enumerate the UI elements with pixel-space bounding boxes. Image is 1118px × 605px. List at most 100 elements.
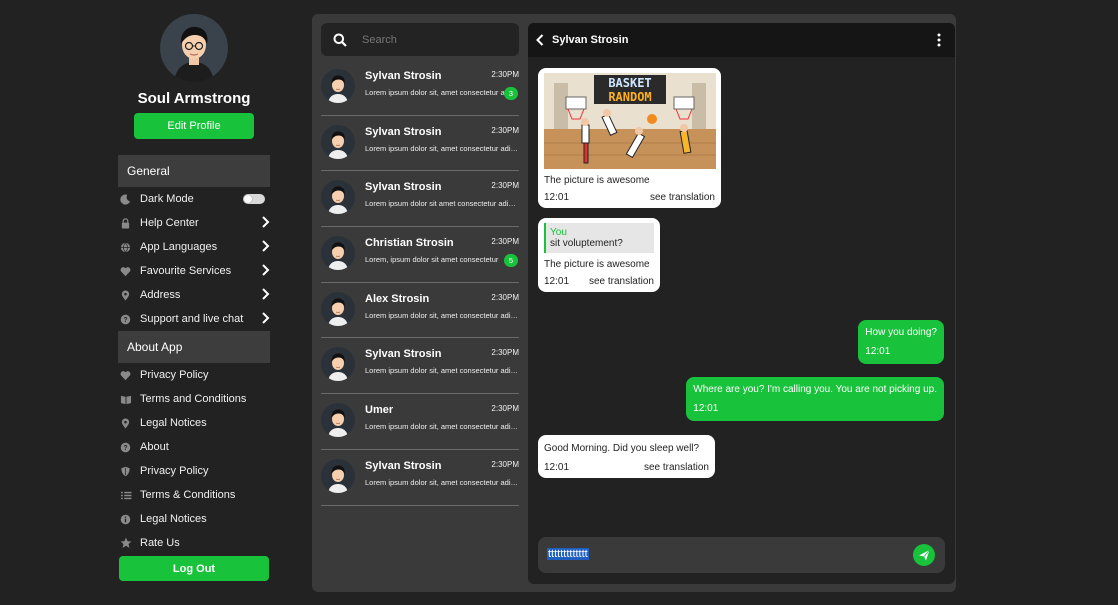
more-vertical-icon[interactable] [937, 33, 941, 47]
svg-text:RANDOM: RANDOM [608, 90, 651, 104]
heart-icon [119, 369, 132, 382]
message-input[interactable]: ttttttttttttt [547, 548, 589, 560]
message-incoming-reply[interactable]: You sit voluptement? The picture is awes… [538, 218, 660, 292]
sidebar-item-app-languages[interactable]: App Languages [118, 237, 270, 257]
conversation-preview: Lorem ipsum dolor sit amet consectetur a… [365, 199, 519, 209]
logout-button[interactable]: Log Out [119, 556, 269, 581]
svg-text:?: ? [123, 444, 127, 451]
chevron-right-icon [262, 216, 270, 228]
chevron-right-icon [262, 312, 270, 324]
shield-icon [119, 465, 132, 478]
message-text: The picture is awesome [544, 175, 650, 186]
sidebar-item-privacy-policy[interactable]: Privacy Policy [118, 365, 270, 385]
conversation-preview: Lorem, ipsum dolor sit amet consectetur [365, 255, 499, 265]
search-input[interactable] [362, 33, 502, 46]
see-translation-link[interactable]: see translation [644, 462, 709, 473]
conversation-time: 2:30PM [491, 237, 519, 247]
chevron-right-icon [262, 288, 270, 300]
sidebar-item-rate-us[interactable]: Rate Us [118, 533, 270, 553]
message-incoming-image[interactable]: BASKET RANDOM The picture is awesome 12:… [538, 68, 721, 208]
send-button[interactable] [913, 544, 935, 566]
map-pin-icon [119, 417, 132, 430]
star-icon [119, 537, 132, 550]
sidebar-item-help-center[interactable]: Help Center [118, 213, 270, 233]
conversation-time: 2:30PM [491, 292, 519, 302]
message-image[interactable]: BASKET RANDOM [544, 73, 716, 169]
menu-label: Privacy Policy [140, 465, 209, 477]
list-icon [119, 489, 132, 502]
conversation-name: Sylvan Strosin [365, 70, 442, 82]
sidebar-item-legal-notices[interactable]: Legal Notices [118, 413, 270, 433]
message-text: How you doing? [865, 327, 937, 338]
conversation-item[interactable]: Sylvan Strosin 2:30PM Lorem ipsum dolor si… [321, 60, 519, 116]
back-arrow-icon[interactable] [536, 34, 544, 46]
conversation-name: Umer [365, 404, 394, 417]
avatar [321, 180, 355, 215]
conversation-item[interactable]: Umer 2:30PM Lorem ipsum dolor sit, amet co… [321, 394, 519, 450]
conversation-item[interactable]: Sylvan Strosin 2:30PM Lorem ipsum dolor si… [321, 171, 519, 228]
conversation-item[interactable]: Sylvan Strosin 2:30PM Lorem ipsum dolor si… [321, 450, 519, 506]
avatar[interactable] [160, 14, 228, 82]
conversation-name: Christian Strosin [365, 237, 454, 250]
conversation-time: 2:30PM [491, 181, 519, 191]
send-icon [919, 549, 930, 561]
sidebar-item-support-live-chat[interactable]: ? Support and live chat [118, 309, 270, 329]
message-incoming[interactable]: Good Morning. Did you sleep well? 12:01 … [538, 435, 715, 478]
menu-label: Privacy Policy [140, 369, 209, 381]
conversation-preview: Lorem ipsum dolor sit, amet consectetur … [365, 477, 519, 487]
conversation-preview: Lorem ipsum dolor sit, amet consectetur … [365, 310, 519, 320]
dark-mode-toggle[interactable] [243, 194, 265, 204]
conversation-time: 2:30PM [491, 404, 519, 414]
message-outgoing[interactable]: How you doing? 12:01 [858, 320, 944, 364]
message-time: 12:01 [865, 346, 891, 357]
message-outgoing[interactable]: Where are you? I'm calling you. You are … [686, 377, 944, 421]
conversation-name: Sylvan Strosin [365, 348, 442, 361]
sidebar-item-favourite-services[interactable]: Favourite Services [118, 261, 270, 281]
chat-title: Sylvan Strosin [552, 34, 629, 46]
message-composer[interactable]: ttttttttttttt [538, 537, 945, 573]
reply-author: You [550, 227, 567, 238]
see-translation-link[interactable]: see translation [589, 276, 654, 287]
avatar [321, 347, 355, 382]
unread-badge: 3 [504, 87, 518, 100]
moon-icon [119, 193, 132, 206]
map-pin-icon [119, 289, 132, 302]
svg-text:?: ? [123, 316, 127, 323]
conversation-list: Sylvan Strosin 2:30PM Lorem ipsum dolor si… [321, 60, 519, 506]
sidebar-item-about[interactable]: ? About [118, 437, 270, 457]
avatar [321, 124, 355, 159]
book-icon [119, 393, 132, 406]
message-time: 12:01 [544, 462, 570, 473]
sidebar-item-legal-notices-2[interactable]: Legal Notices [118, 509, 270, 529]
search-bar[interactable] [321, 23, 519, 56]
sidebar-item-address[interactable]: Address [118, 285, 270, 305]
see-translation-link[interactable]: see translation [650, 192, 715, 203]
chevron-right-icon [262, 240, 270, 252]
sidebar-item-privacy-policy-2[interactable]: Privacy Policy [118, 461, 270, 481]
message-time: 12:01 [544, 276, 570, 287]
sidebar-item-terms-conditions-2[interactable]: Terms & Conditions [118, 485, 270, 505]
section-about-app: About App [118, 331, 270, 363]
svg-text:BASKET: BASKET [608, 76, 651, 90]
menu-label: Legal Notices [140, 417, 207, 429]
conversation-name: Alex Strosin [365, 292, 430, 305]
conversation-item[interactable]: Alex Strosin 2:30PM Lorem ipsum dolor sit,… [321, 283, 519, 339]
dark-mode-toggle-row[interactable]: Dark Mode [118, 189, 270, 209]
conversation-item[interactable]: Sylvan Strosin 2:30PM Lorem ipsum dolor si… [321, 338, 519, 395]
message-text: Good Morning. Did you sleep well? [544, 443, 700, 454]
search-icon[interactable] [333, 33, 347, 47]
edit-profile-button[interactable]: Edit Profile [134, 113, 254, 139]
chat-header: Sylvan Strosin [528, 23, 955, 57]
unread-badge: 5 [504, 254, 518, 268]
conversation-preview: Lorem ipsum dolor sit, amet consectetur … [365, 143, 519, 153]
message-text: Where are you? I'm calling you. You are … [693, 384, 937, 395]
conversation-time: 2:30PM [491, 70, 519, 79]
reply-quote[interactable]: You sit voluptement? [544, 223, 654, 253]
sidebar-item-terms-and-conditions[interactable]: Terms and Conditions [118, 389, 270, 409]
profile-name: Soul Armstrong [137, 90, 251, 107]
conversation-name: Sylvan Strosin [365, 459, 442, 472]
conversation-name: Sylvan Strosin [365, 181, 442, 194]
avatar [321, 403, 355, 438]
conversation-item[interactable]: Sylvan Strosin 2:30PM Lorem ipsum dolor si… [321, 116, 519, 172]
conversation-item[interactable]: Christian Strosin 2:30PM Lorem, ipsum dolo… [321, 227, 519, 283]
